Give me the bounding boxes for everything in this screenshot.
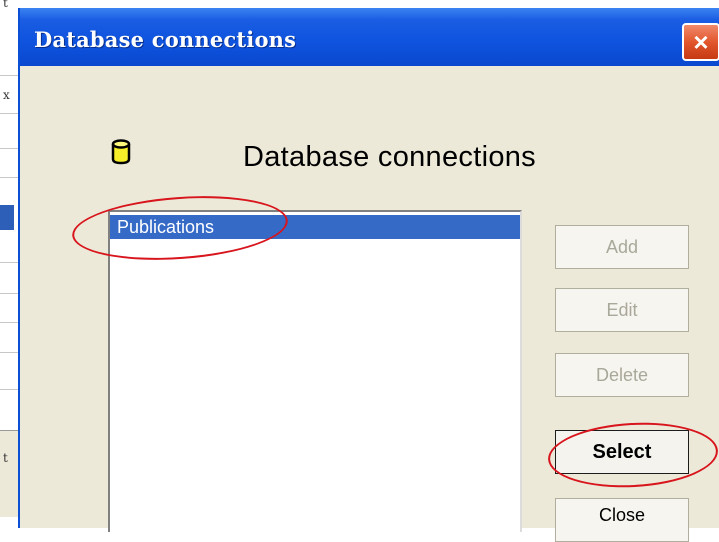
dialog-heading: Database connections [243,141,536,173]
background-selected-row [0,205,14,230]
close-window-button[interactable]: × [682,23,719,61]
list-item-publications[interactable]: Publications [110,215,520,239]
background-divider [0,389,18,390]
background-divider [0,322,18,323]
background-text: x [3,88,10,102]
select-button[interactable]: Select [555,430,689,474]
database-icon [111,139,131,165]
database-connections-dialog: Database connections × Database connecti… [18,8,719,542]
close-icon: × [693,27,709,57]
delete-button[interactable]: Delete [555,353,689,397]
window-title: Database connections [34,27,297,52]
background-divider [0,148,18,149]
close-button[interactable]: Close [555,498,689,542]
background-divider [0,293,18,294]
background-divider [0,262,18,263]
title-bar[interactable]: Database connections × [20,8,719,66]
background-text: t [3,0,8,10]
background-divider [0,177,18,178]
add-button[interactable]: Add [555,225,689,269]
background-divider [0,352,18,353]
connections-listbox[interactable]: Publications [108,210,522,532]
edit-button[interactable]: Edit [555,288,689,332]
background-divider [0,75,18,76]
background-text: t [3,451,8,465]
background-divider [0,113,18,114]
